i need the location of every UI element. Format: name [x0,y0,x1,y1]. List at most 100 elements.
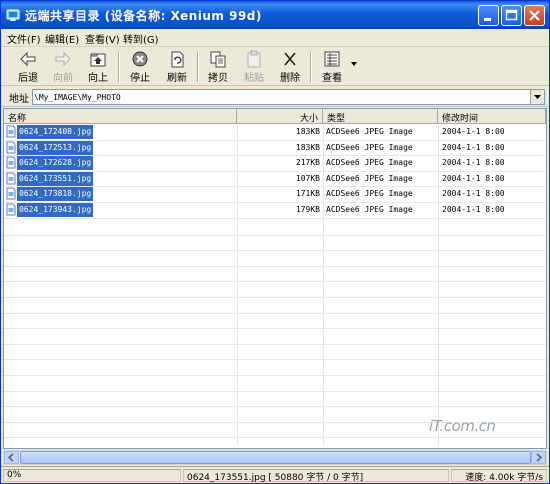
menu-view[interactable]: 查看(V) [85,31,120,46]
file-type: ACDSee6 JPEG Image [326,189,413,199]
scroll-right-button[interactable] [531,451,546,464]
forward-label: 向前 [53,73,73,84]
forward-button[interactable]: 向前 [46,50,80,84]
file-modified: 2004-1-1 8:00 [442,189,505,199]
empty-row [4,251,546,267]
empty-row [4,360,546,376]
chevron-down-icon [534,95,541,99]
address-combobox[interactable] [32,89,545,105]
column-header-modified[interactable]: 修改时间 [438,109,546,124]
empty-row [4,267,546,283]
file-row[interactable]: 0624_173551.jpg 107KB ACDSee6 JPEG Image… [4,171,546,188]
file-modified: 2004-1-1 8:00 [442,204,505,214]
maximize-button[interactable] [501,5,522,26]
file-name-cell: 0624_173551.jpg [6,171,94,187]
title-bar[interactable]: 远端共享目录 (设备名称: Xenium 99d) [1,1,549,29]
close-button[interactable] [524,5,545,26]
menu-goto[interactable]: 转到(G) [123,31,159,46]
empty-row [4,314,546,330]
file-size: 107KB [295,173,320,183]
address-label: 地址 [9,94,29,105]
folder-up-icon [90,53,106,67]
file-list[interactable]: 名称 大小 类型 修改时间 0624_172408.jpg 183KB ACDS… [3,108,547,449]
file-size: 179KB [295,204,320,214]
column-header-name[interactable]: 名称 [4,109,237,124]
status-bar: 0% 0624_173551.jpg [ 50880 字节 / 0 字节] 速度… [1,466,549,483]
toolbar-separator [310,52,312,82]
scroll-left-button[interactable] [4,451,19,464]
stop-label: 停止 [130,73,150,84]
empty-row [4,376,546,392]
file-row[interactable]: 0624_172408.jpg 183KB ACDSee6 JPEG Image… [4,125,546,141]
up-label: 向上 [88,73,108,84]
file-row[interactable]: 0624_173943.jpg 179KB ACDSee6 JPEG Image… [4,202,546,219]
back-button[interactable]: 后退 [11,50,45,84]
refresh-label: 刷新 [167,73,187,84]
delete-label: 删除 [280,73,300,84]
copy-label: 拷贝 [208,73,228,84]
empty-rows [4,220,546,439]
address-bar: 地址 [1,87,549,107]
scroll-thumb[interactable] [20,451,531,464]
status-speed: 速度: 4.00k 字节/s [451,469,547,483]
file-type: ACDSee6 JPEG Image [326,204,413,214]
paste-button[interactable]: 粘贴 [237,50,271,84]
address-input[interactable] [34,91,529,103]
refresh-icon [171,51,184,68]
file-name-cell: 0624_173818.jpg [6,187,94,202]
file-name: 0624_172628.jpg [17,156,94,171]
jpeg-file-icon [6,187,16,200]
toolbar-separator [118,52,120,82]
chevron-left-icon [7,453,14,462]
file-name: 0624_173818.jpg [17,187,94,202]
view-button[interactable]: 查看 [315,50,349,84]
toolbar-separator [197,52,199,82]
file-type: ACDSee6 JPEG Image [326,158,413,168]
column-header-type[interactable]: 类型 [323,109,438,124]
delete-icon [284,52,296,66]
menu-file[interactable]: 文件(F) [7,31,41,46]
jpeg-file-icon [6,172,16,185]
file-name-cell: 0624_172628.jpg [6,156,94,171]
file-row[interactable]: 0624_173818.jpg 171KB ACDSee6 JPEG Image… [4,187,546,203]
file-modified: 2004-1-1 8:00 [442,142,505,152]
stop-button[interactable]: 停止 [123,50,157,84]
column-header-size[interactable]: 大小 [237,109,323,124]
chevron-right-icon [536,453,543,462]
file-row[interactable]: 0624_172628.jpg 217KB ACDSee6 JPEG Image… [4,156,546,172]
app-window: 远端共享目录 (设备名称: Xenium 99d) 文件(F) 编辑(E) 查看… [0,0,550,484]
file-type: ACDSee6 JPEG Image [326,142,413,152]
file-type: ACDSee6 JPEG Image [326,127,413,136]
jpeg-file-icon [6,156,16,169]
paste-icon [247,50,261,68]
file-name-cell: 0624_173943.jpg [6,202,94,218]
delete-button[interactable]: 删除 [273,50,307,84]
stop-icon [132,51,148,67]
file-row[interactable]: 0624_172513.jpg 183KB ACDSee6 JPEG Image… [4,140,546,157]
menu-edit[interactable]: 编辑(E) [45,31,79,46]
empty-row [4,329,546,345]
horizontal-scrollbar[interactable] [3,450,547,465]
file-name-cell: 0624_172408.jpg [6,125,94,140]
copy-button[interactable]: 拷贝 [201,50,235,84]
jpeg-file-icon [6,203,16,216]
minimize-button[interactable] [478,5,499,26]
refresh-button[interactable]: 刷新 [160,50,194,84]
status-transfer: 0624_173551.jpg [ 50880 字节 / 0 字节] [183,469,449,483]
file-name: 0624_172408.jpg [17,125,94,139]
menu-bar: 文件(F) 编辑(E) 查看(V) 转到(G) [1,29,549,47]
file-name: 0624_173551.jpg [17,171,94,186]
app-icon [6,7,21,22]
view-list-icon [324,51,340,67]
empty-row [4,298,546,314]
view-dropdown-icon[interactable] [351,62,358,67]
back-label: 后退 [18,73,38,84]
file-name-cell: 0624_172513.jpg [6,140,94,156]
back-arrow-icon [20,51,36,67]
up-button[interactable]: 向上 [81,50,115,84]
file-size: 183KB [295,127,320,136]
window-title: 远端共享目录 (设备名称: Xenium 99d) [25,9,262,23]
status-progress: 0% [3,469,181,482]
address-dropdown-button[interactable] [530,90,544,104]
watermark: iT.com.cn [429,417,496,435]
